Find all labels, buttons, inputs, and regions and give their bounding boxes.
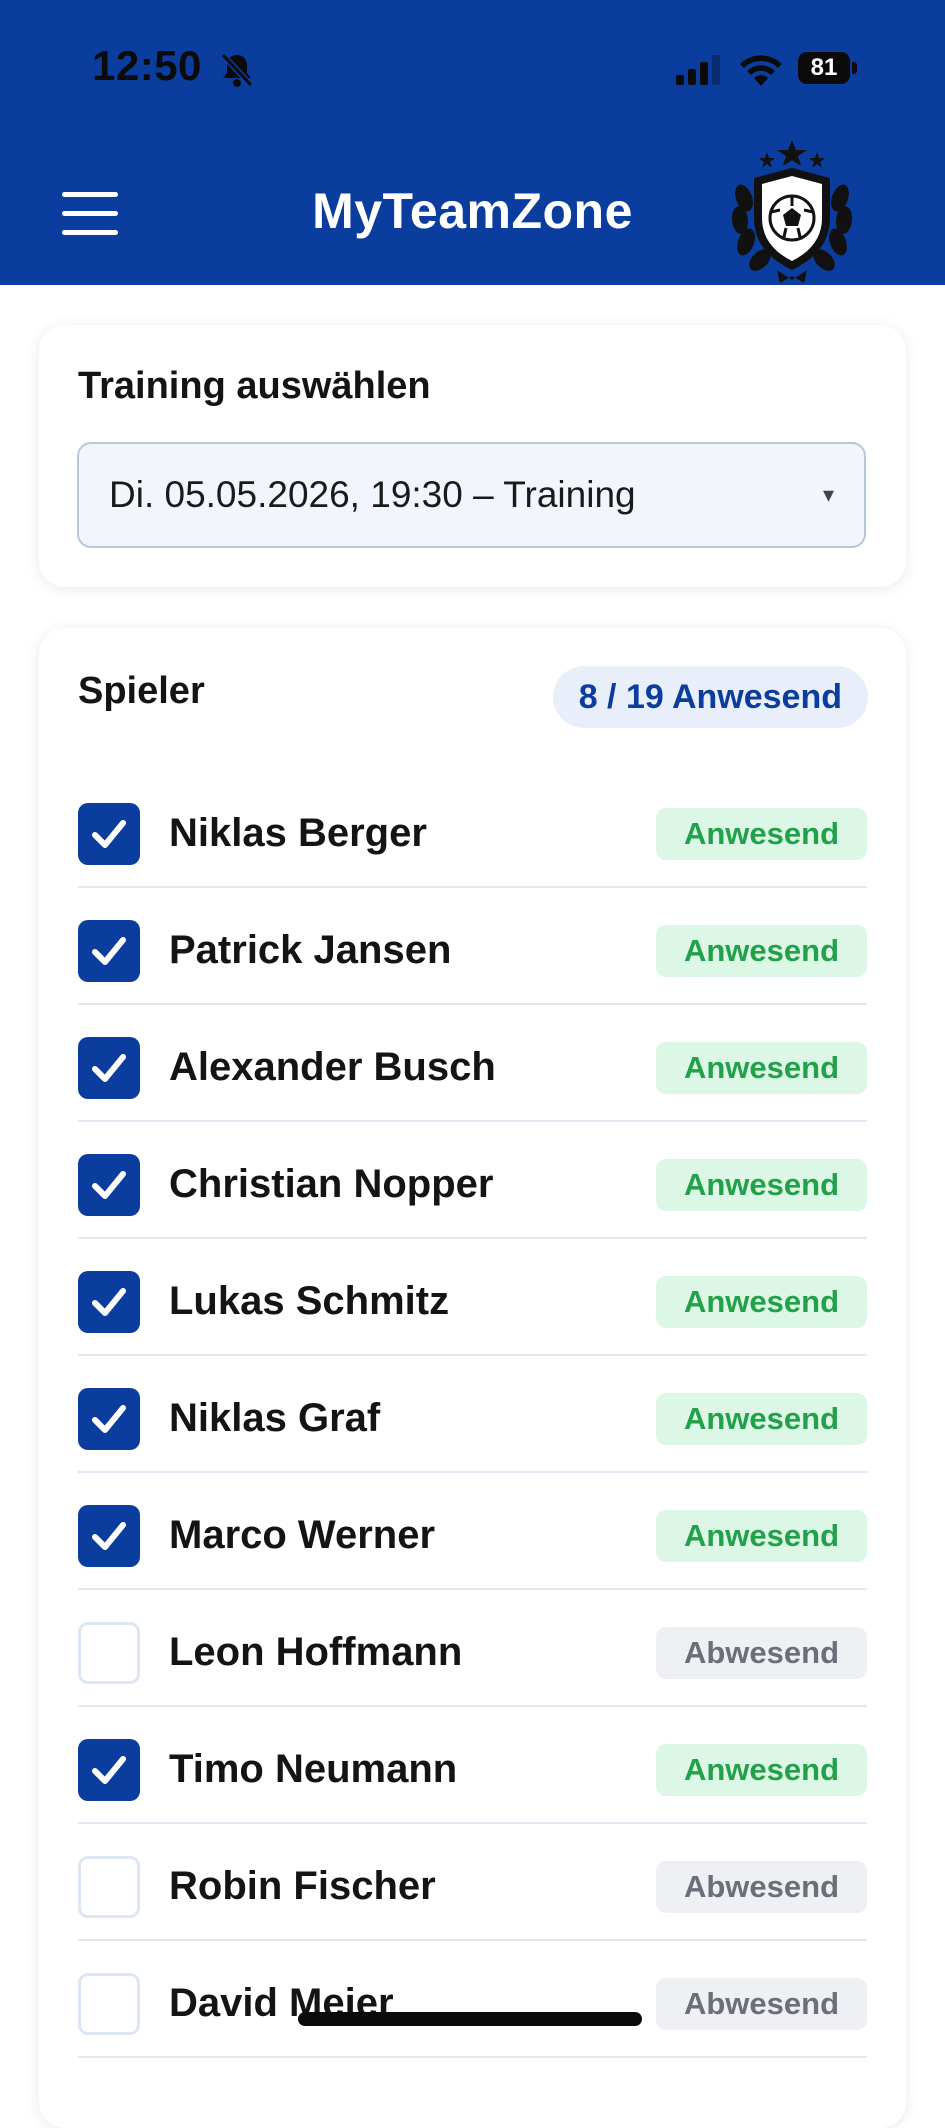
- battery-level: 81: [810, 54, 838, 81]
- status-time: 12:50: [92, 42, 202, 89]
- player-name: Niklas Graf: [169, 1396, 381, 1440]
- player-row[interactable]: David Meier Abwesend: [78, 1941, 867, 2058]
- attendance-status-badge: Abwesend: [656, 1861, 867, 1913]
- players-card: Spieler 8 / 19 Anwesend Niklas Berger Anw…: [39, 628, 906, 2128]
- attendance-checkbox[interactable]: [78, 920, 140, 982]
- player-name: Alexander Busch: [169, 1045, 496, 1089]
- attendance-count-badge: 8 / 19 Anwesend: [552, 666, 868, 728]
- player-name: Timo Neumann: [169, 1747, 458, 1791]
- attendance-checkbox[interactable]: [78, 1388, 140, 1450]
- player-name: Marco Werner: [169, 1513, 436, 1557]
- attendance-status-badge: Anwesend: [656, 1159, 867, 1211]
- checkmark-icon: [92, 820, 126, 848]
- club-crest-icon: [731, 140, 853, 283]
- checkmark-icon: [92, 1405, 126, 1433]
- attendance-status-badge: Anwesend: [656, 808, 867, 860]
- attendance-checkbox[interactable]: [78, 1271, 140, 1333]
- player-name: Robin Fischer: [169, 1864, 436, 1908]
- attendance-checkbox[interactable]: [78, 1622, 140, 1684]
- training-select-value: Di. 05.05.2026, 19:30 – Training: [109, 474, 636, 515]
- attendance-checkbox[interactable]: [78, 1973, 140, 2035]
- battery-icon: 81: [798, 52, 858, 86]
- checkmark-icon: [92, 1756, 126, 1784]
- player-row[interactable]: Robin Fischer Abwesend: [78, 1824, 867, 1941]
- attendance-checkbox[interactable]: [78, 1505, 140, 1567]
- player-name: Patrick Jansen: [169, 928, 452, 972]
- training-select-dropdown[interactable]: Di. 05.05.2026, 19:30 – Training ▾: [77, 442, 866, 548]
- player-name: Lukas Schmitz: [169, 1279, 450, 1323]
- attendance-status-badge: Abwesend: [656, 1627, 867, 1679]
- attendance-checkbox[interactable]: [78, 1037, 140, 1099]
- player-row[interactable]: Patrick Jansen Anwesend: [78, 888, 867, 1005]
- player-row[interactable]: Niklas Berger Anwesend: [78, 771, 867, 888]
- checkmark-icon: [92, 1171, 126, 1199]
- checkmark-icon: [92, 937, 126, 965]
- player-row[interactable]: Lukas Schmitz Anwesend: [78, 1239, 867, 1356]
- attendance-checkbox[interactable]: [78, 803, 140, 865]
- player-row[interactable]: Niklas Graf Anwesend: [78, 1356, 867, 1473]
- players-heading: Spieler: [78, 670, 205, 712]
- attendance-status-badge: Anwesend: [656, 1393, 867, 1445]
- player-row[interactable]: Alexander Busch Anwesend: [78, 1005, 867, 1122]
- player-name: Niklas Berger: [169, 811, 427, 855]
- attendance-checkbox[interactable]: [78, 1739, 140, 1801]
- wifi-icon: [740, 55, 782, 86]
- attendance-checkbox[interactable]: [78, 1856, 140, 1918]
- attendance-status-badge: Anwesend: [656, 1042, 867, 1094]
- player-row[interactable]: Marco Werner Anwesend: [78, 1473, 867, 1590]
- player-list: Niklas Berger Anwesend Patrick Jansen Anwes…: [78, 771, 867, 2058]
- training-select-card: Training auswählen Di. 05.05.2026, 19:30…: [39, 325, 906, 587]
- player-row[interactable]: Leon Hoffmann Abwesend: [78, 1590, 867, 1707]
- player-name: Christian Nopper: [169, 1162, 494, 1206]
- attendance-status-badge: Anwesend: [656, 1744, 867, 1796]
- training-select-heading: Training auswählen: [78, 365, 431, 407]
- attendance-status-badge: Anwesend: [656, 1510, 867, 1562]
- checkmark-icon: [92, 1288, 126, 1316]
- signal-icon: [676, 55, 720, 85]
- bell-slash-icon: [220, 52, 254, 88]
- home-indicator[interactable]: [298, 2012, 642, 2026]
- attendance-status-badge: Anwesend: [656, 925, 867, 977]
- player-row[interactable]: Christian Nopper Anwesend: [78, 1122, 867, 1239]
- player-name: Leon Hoffmann: [169, 1630, 463, 1674]
- checkmark-icon: [92, 1054, 126, 1082]
- chevron-down-icon: ▾: [822, 482, 834, 507]
- player-row[interactable]: Timo Neumann Anwesend: [78, 1707, 867, 1824]
- attendance-status-badge: Abwesend: [656, 1978, 867, 2030]
- attendance-status-badge: Anwesend: [656, 1276, 867, 1328]
- attendance-checkbox[interactable]: [78, 1154, 140, 1216]
- app-header: 12:50 81 MyTeamZone: [0, 0, 945, 285]
- checkmark-icon: [92, 1522, 126, 1550]
